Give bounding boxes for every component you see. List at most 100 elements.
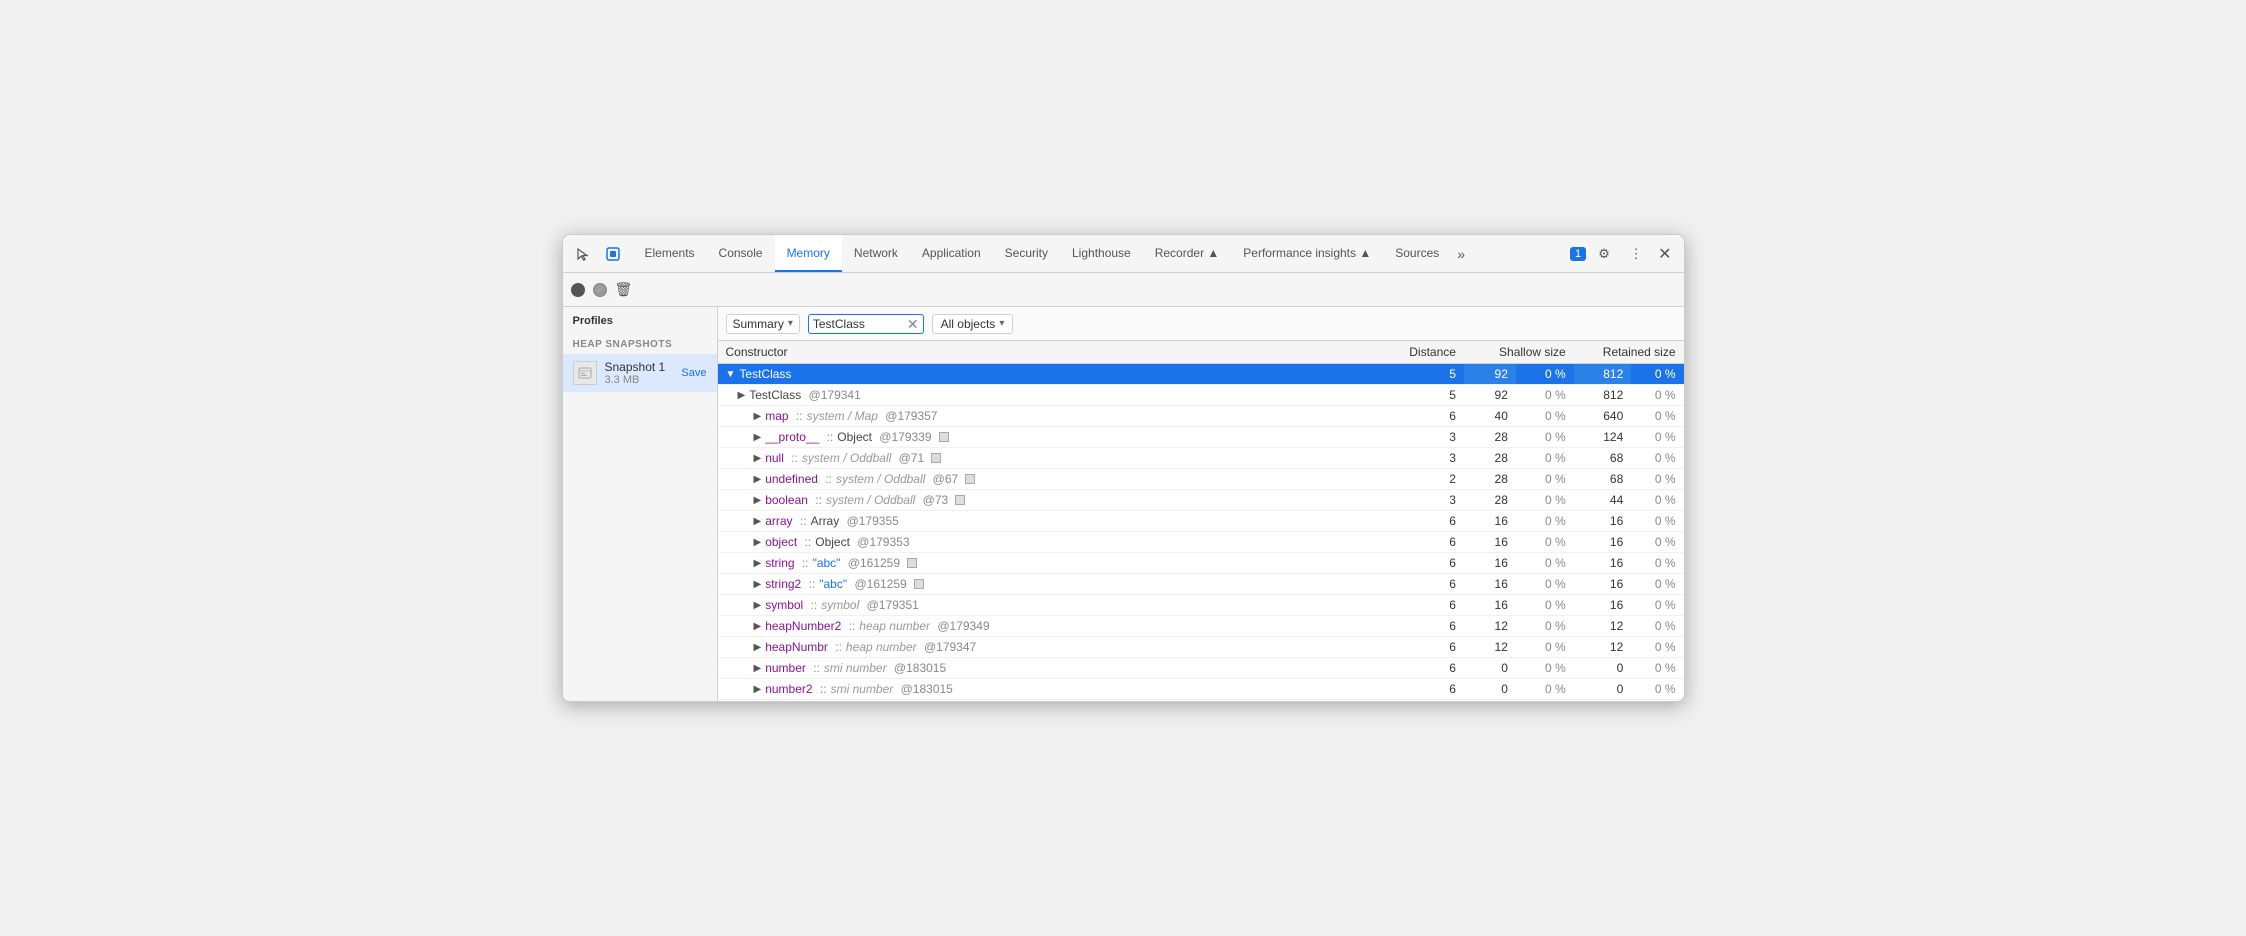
tab-recorder[interactable]: Recorder ▲: [1143, 235, 1232, 272]
shallow-pct-cell: 0 %: [1516, 637, 1574, 658]
retained-size-cell: 16: [1574, 574, 1632, 595]
expand-icon[interactable]: ▶: [754, 642, 762, 653]
header-shallow-size: Shallow size: [1464, 341, 1574, 364]
stop-button[interactable]: ⊘: [593, 283, 607, 297]
shallow-size-cell: 16: [1464, 511, 1516, 532]
expand-icon[interactable]: ▶: [754, 516, 762, 527]
neutral-box-icon: [955, 495, 965, 505]
table-row[interactable]: ▶ null :: system / Oddball @71 3 28: [718, 448, 1684, 469]
distance-cell: 6: [1376, 616, 1464, 637]
retained-size-cell: 640: [1574, 406, 1632, 427]
retained-pct-cell: 0 %: [1631, 448, 1683, 469]
neutral-box-icon: [939, 432, 949, 442]
clear-profiles-button[interactable]: 🗑: [615, 281, 633, 298]
snapshot-item[interactable]: Snapshot 1 3.3 MB Save: [563, 354, 717, 392]
more-tabs-button[interactable]: »: [1451, 235, 1471, 272]
table-row[interactable]: ▶ heapNumbr :: heap number @179347 6 12 …: [718, 637, 1684, 658]
prop-name: object: [765, 535, 797, 549]
constructor-cell: ▶ undefined :: system / Oddball @67: [718, 469, 1377, 490]
table-row[interactable]: ▶ string2 :: "abc" @161259 6 16: [718, 574, 1684, 595]
table-row[interactable]: ▶ boolean :: system / Oddball @73 3 28: [718, 490, 1684, 511]
tab-lighthouse[interactable]: Lighthouse: [1060, 235, 1143, 272]
tab-security[interactable]: Security: [993, 235, 1060, 272]
expand-icon[interactable]: ▶: [754, 411, 762, 422]
shallow-size-cell: 12: [1464, 616, 1516, 637]
inspect-icon[interactable]: [601, 242, 625, 266]
expand-icon[interactable]: ▼: [726, 369, 736, 380]
tab-performance[interactable]: Performance insights ▲: [1231, 235, 1383, 272]
table-row[interactable]: ▶ object :: Object @179353 6 16 0 % 1: [718, 532, 1684, 553]
shallow-size-cell: 28: [1464, 490, 1516, 511]
expand-icon[interactable]: ▶: [754, 579, 762, 590]
table-row[interactable]: ▶ __proto__ :: Object @179339 3 28: [718, 427, 1684, 448]
table-row[interactable]: ▶ heapNumber2 :: heap number @179349 6 1…: [718, 616, 1684, 637]
notification-badge[interactable]: 1: [1570, 247, 1586, 261]
table-row[interactable]: ▶ TestClass @179341 5 92 0 % 812 0 %: [718, 385, 1684, 406]
address: @179353: [854, 535, 910, 549]
tab-sources[interactable]: Sources: [1383, 235, 1451, 272]
expand-icon[interactable]: ▶: [754, 495, 762, 506]
expand-icon[interactable]: ▶: [754, 558, 762, 569]
table-row[interactable]: ▼ TestClass 5 92 0 % 812 0 %: [718, 364, 1684, 385]
shallow-pct-cell: 0 %: [1516, 448, 1574, 469]
tab-network[interactable]: Network: [842, 235, 910, 272]
summary-dropdown[interactable]: Summary ▾: [726, 314, 800, 334]
shallow-pct-cell: 0 %: [1516, 595, 1574, 616]
data-table: Constructor Distance Shallow size Retain…: [718, 341, 1684, 701]
constructor-cell: ▶ number :: smi number @183015: [718, 658, 1377, 679]
tab-elements[interactable]: Elements: [633, 235, 707, 272]
filter-input-wrap: ✕: [808, 314, 924, 334]
save-link[interactable]: Save: [681, 367, 706, 379]
tab-application[interactable]: Application: [910, 235, 993, 272]
filter-clear-button[interactable]: ✕: [907, 317, 919, 331]
constructor-cell: ▶ array :: Array @179355: [718, 511, 1377, 532]
shallow-size-cell: 28: [1464, 448, 1516, 469]
filter-input[interactable]: [813, 317, 903, 331]
constructor-cell: ▶ object :: Object @179353: [718, 532, 1377, 553]
expand-icon[interactable]: ▶: [754, 600, 762, 611]
expand-icon[interactable]: ▶: [754, 453, 762, 464]
record-button[interactable]: [571, 283, 585, 297]
objects-dropdown[interactable]: All objects ▾: [932, 314, 1014, 334]
table-row[interactable]: ▶ number2 :: smi number @183015 6 0 0 %: [718, 679, 1684, 700]
more-options-button[interactable]: ⋮: [1622, 240, 1650, 268]
second-toolbar: ⊘ 🗑: [563, 273, 1684, 307]
cursor-icon[interactable]: [571, 242, 595, 266]
table-row[interactable]: ▶ string :: "abc" @161259 6 16 0: [718, 553, 1684, 574]
retained-pct-cell: 0 %: [1631, 553, 1683, 574]
profiles-label: Profiles: [563, 307, 717, 331]
table-row[interactable]: ▶ number :: smi number @183015 6 0 0 %: [718, 658, 1684, 679]
shallow-pct-cell: 0 %: [1516, 616, 1574, 637]
distance-cell: 5: [1376, 364, 1464, 385]
table-row[interactable]: ▶ map :: system / Map @179357 6 40 0 %: [718, 406, 1684, 427]
table-row[interactable]: ▶ array :: Array @179355 6 16 0 % 16: [718, 511, 1684, 532]
expand-icon[interactable]: ▶: [754, 684, 762, 695]
close-button[interactable]: ✕: [1654, 244, 1675, 264]
expand-icon[interactable]: ▶: [754, 537, 762, 548]
distance-cell: 3: [1376, 427, 1464, 448]
expand-icon[interactable]: ▶: [754, 621, 762, 632]
settings-button[interactable]: ⚙: [1590, 240, 1618, 268]
snapshot-info: Snapshot 1 3.3 MB: [605, 360, 674, 386]
tab-memory[interactable]: Memory: [775, 235, 842, 272]
distance-cell: 6: [1376, 406, 1464, 427]
type-sep: ::: [788, 451, 798, 465]
expand-icon[interactable]: ▶: [754, 663, 762, 674]
expand-icon[interactable]: ▶: [754, 474, 762, 485]
expand-icon[interactable]: ▶: [738, 390, 746, 401]
type-info: smi number: [824, 661, 887, 675]
table-row[interactable]: ▶ symbol :: symbol @179351 6 16 0 % 1: [718, 595, 1684, 616]
prop-name: __proto__: [765, 430, 819, 444]
constructor-name: TestClass: [749, 388, 801, 402]
type-sep: ::: [832, 640, 842, 654]
table-row[interactable]: ▶ undefined :: system / Oddball @67 2 28: [718, 469, 1684, 490]
type-sep: ::: [793, 409, 803, 423]
constructor-cell: ▼ TestClass: [718, 364, 1377, 385]
shallow-pct-cell: 0 %: [1516, 532, 1574, 553]
retained-size-cell: 812: [1574, 364, 1632, 385]
tab-console[interactable]: Console: [707, 235, 775, 272]
filter-bar: Summary ▾ ✕ All objects ▾: [718, 307, 1684, 341]
shallow-pct-cell: 0 %: [1516, 553, 1574, 574]
retained-size-cell: 44: [1574, 490, 1632, 511]
expand-icon[interactable]: ▶: [754, 432, 762, 443]
